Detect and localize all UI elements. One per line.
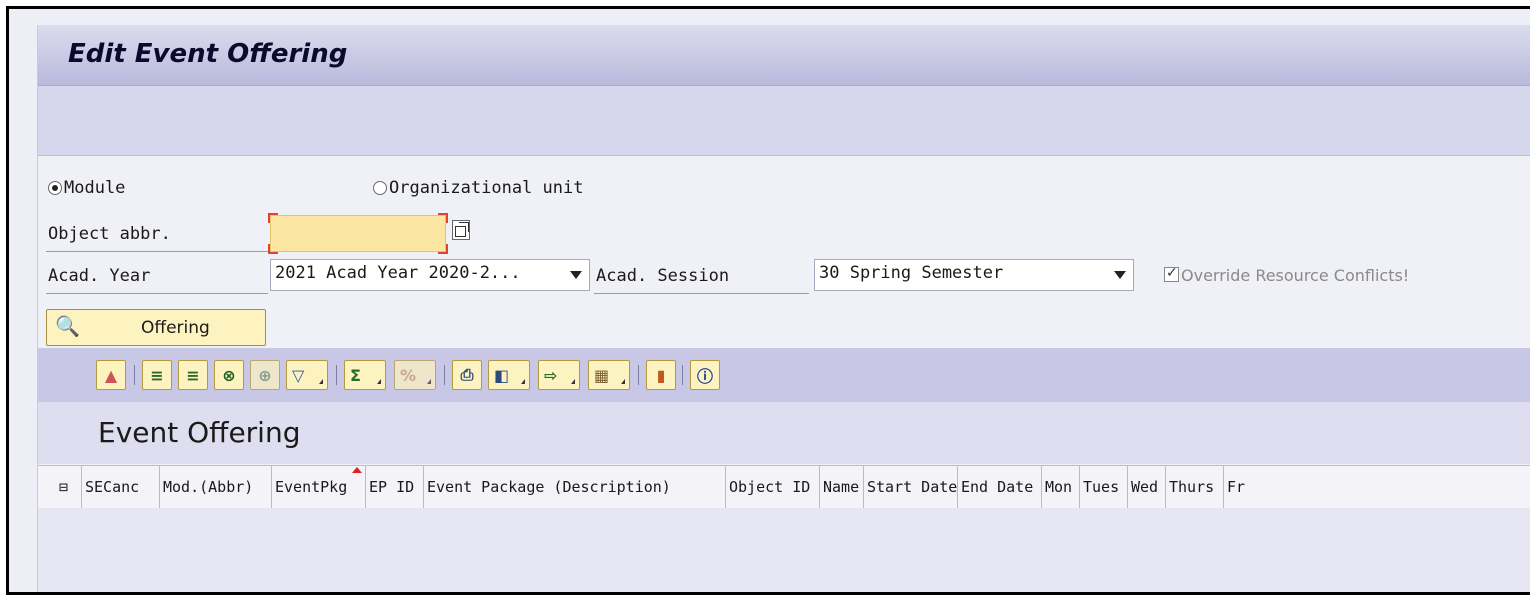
column-header[interactable]: Wed xyxy=(1128,466,1166,508)
radio-org-unit-label: Organizational unit xyxy=(389,178,584,198)
subtotal-icon[interactable]: % xyxy=(394,360,436,390)
sort-descending-icon[interactable]: ≡ xyxy=(178,360,208,390)
screen-area: Edit Event Offering Module Organizationa… xyxy=(37,25,1530,592)
radio-org-unit-button[interactable] xyxy=(373,181,387,195)
override-conflicts-label: Override Resource Conflicts! xyxy=(1181,266,1410,285)
grid-header: ⊟ SECanc Mod.(Abbr) EventPkg EP ID Event… xyxy=(38,465,1530,509)
column-header[interactable]: Tues xyxy=(1080,466,1128,508)
views-icon[interactable]: ◧ xyxy=(488,360,530,390)
column-header[interactable]: Mon xyxy=(1042,466,1080,508)
find-icon[interactable]: ⊗ xyxy=(214,360,244,390)
sort-indicator-icon xyxy=(352,467,362,473)
grid-title: Event Offering xyxy=(98,416,301,449)
page-title: Edit Event Offering xyxy=(68,39,348,69)
override-conflicts-checkbox[interactable] xyxy=(1164,265,1179,282)
find-next-icon[interactable]: ⊕ xyxy=(250,360,280,390)
column-header[interactable]: EP ID xyxy=(366,466,424,508)
info-icon[interactable]: ⓘ xyxy=(690,360,720,390)
alv-toolbar: ▲ ≡ ≡ ⊗ ⊕ ▽ Σ % ⎙ ◧ ⇨ ▦ ▮ ⓘ xyxy=(38,348,1530,402)
radio-module-button[interactable] xyxy=(48,181,62,195)
grid-title-bar: Event Offering xyxy=(38,402,1530,464)
acad-year-select[interactable]: 2021 Acad Year 2020-2... xyxy=(270,259,590,291)
offering-button[interactable]: 🔍 Offering xyxy=(46,309,266,346)
radio-module-label: Module xyxy=(64,178,126,198)
object-abbr-label: Object abbr. xyxy=(48,224,171,244)
column-header[interactable]: End Date xyxy=(958,466,1042,508)
column-header[interactable]: Event Package (Description) xyxy=(424,466,726,508)
selection-form: Module Organizational unit Object abbr. … xyxy=(38,156,1530,348)
graphic-icon[interactable]: ▮ xyxy=(646,360,676,390)
select-all-icon[interactable]: ⊟ xyxy=(46,466,82,508)
acad-session-label: Acad. Session xyxy=(596,266,730,286)
column-header[interactable]: Thurs xyxy=(1166,466,1224,508)
column-header[interactable]: EventPkg xyxy=(272,466,366,508)
print-icon[interactable]: ⎙ xyxy=(452,360,482,390)
chevron-down-icon xyxy=(1114,271,1126,279)
export-icon[interactable]: ⇨ xyxy=(538,360,580,390)
binoculars-icon: 🔍 xyxy=(55,314,80,338)
sort-ascending-icon[interactable]: ≡ xyxy=(142,360,172,390)
offering-button-label: Offering xyxy=(141,318,210,338)
filter-icon[interactable]: ▽ xyxy=(286,360,328,390)
radio-module[interactable]: Module xyxy=(48,178,125,198)
column-header[interactable]: Fr xyxy=(1224,466,1264,508)
column-header[interactable]: Start Date xyxy=(864,466,958,508)
column-header[interactable]: SECanc xyxy=(82,466,160,508)
acad-session-value: 30 Spring Semester xyxy=(819,263,1004,283)
value-help-icon[interactable] xyxy=(452,220,470,240)
sum-icon[interactable]: Σ xyxy=(344,360,386,390)
details-icon[interactable]: ▲ xyxy=(96,360,126,390)
column-header[interactable]: Object ID xyxy=(726,466,820,508)
column-header[interactable]: Name xyxy=(820,466,864,508)
radio-org-unit[interactable]: Organizational unit xyxy=(373,178,583,198)
layout-icon[interactable]: ▦ xyxy=(588,360,630,390)
title-bar: Edit Event Offering xyxy=(38,25,1530,86)
acad-session-select[interactable]: 30 Spring Semester xyxy=(814,259,1134,291)
object-abbr-input[interactable] xyxy=(268,213,448,254)
grid-body xyxy=(38,508,1530,592)
column-header-label: EventPkg xyxy=(275,478,348,496)
chevron-down-icon xyxy=(570,271,582,279)
acad-year-value: 2021 Acad Year 2020-2... xyxy=(275,263,521,283)
column-header[interactable]: Mod.(Abbr) xyxy=(160,466,272,508)
sap-window: Edit Event Offering Module Organizationa… xyxy=(6,6,1530,595)
application-toolbar xyxy=(38,86,1530,156)
acad-year-label: Acad. Year xyxy=(48,266,151,286)
